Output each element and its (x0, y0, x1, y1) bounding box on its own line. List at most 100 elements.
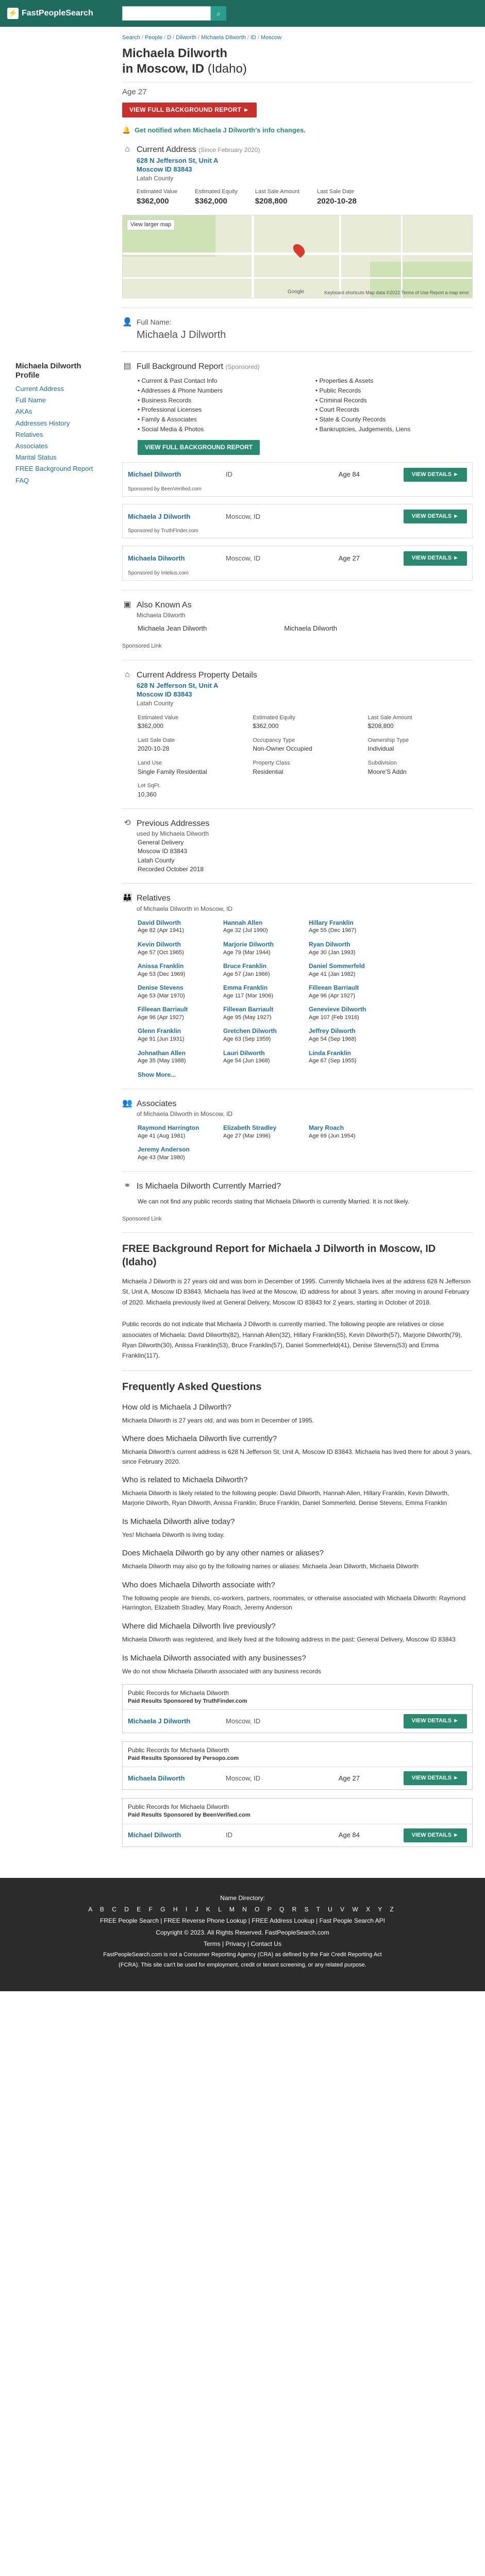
view-full-report-green-button[interactable]: VIEW FULL BACKGROUND REPORT (138, 439, 260, 455)
view-full-report-button[interactable]: VIEW FULL BACKGROUND REPORT ► (122, 103, 257, 118)
copyright: Copyright © 2023. All Rights Reserved. F… (156, 1928, 329, 1936)
rings-icon: ⚭ (124, 1181, 131, 1191)
relative-item-name[interactable]: Johnathan Allen (138, 1049, 216, 1058)
view-details-button[interactable]: VIEW DETAILS ► (403, 510, 467, 524)
sponsored-city: Moscow, ID (226, 512, 261, 520)
breadcrumb-item[interactable]: Moscow (261, 35, 281, 41)
breadcrumb-item[interactable]: ID (250, 35, 256, 41)
public-records-title: Public Records for Michaela Dilworth (128, 1803, 229, 1811)
relative-item-name[interactable]: Glenn Franklin (138, 1027, 216, 1036)
breadcrumb-item[interactable]: Dilworth (176, 35, 196, 41)
relative-item-name[interactable]: Linda Franklin (309, 1049, 387, 1058)
sponsored-name[interactable]: Michael Dilworth (128, 470, 226, 479)
letters-directory[interactable]: A B C D E F G H I J K L M N O P Q R S T … (10, 1904, 475, 1915)
associate-item-name[interactable]: Mary Roach (309, 1124, 387, 1132)
sidebar-link[interactable]: AKAs (15, 407, 98, 416)
full-name-label: Full Name: (137, 318, 172, 327)
relative-item (394, 1049, 473, 1065)
footer-links[interactable]: FREE People Search | FREE Reverse Phone … (10, 1915, 475, 1926)
property-address-link[interactable]: 628 N Jefferson St, Unit A Moscow ID 8384… (137, 682, 218, 699)
relative-item-name[interactable]: David Dilworth (138, 919, 216, 927)
faq-title: Frequently Asked Questions (122, 1381, 262, 1393)
view-details-button[interactable]: VIEW DETAILS ► (403, 1714, 467, 1728)
family-icon: 👪 (122, 893, 132, 903)
relative-item-name[interactable]: Hillary Franklin (309, 919, 387, 927)
history-icon: ⟲ (124, 818, 131, 827)
associate-item-name[interactable]: Jeremy Anderson (138, 1145, 216, 1154)
sidebar-link[interactable]: FAQ (15, 476, 98, 485)
marital-text: We can not find any public records stati… (138, 1197, 410, 1205)
relative-item-name[interactable]: Filleean Barriault (138, 1005, 216, 1014)
sidebar-link[interactable]: Full Name (15, 396, 98, 405)
aka-title: Also Known As (137, 600, 192, 609)
aka-name: Michaela Jean Dilworth (138, 624, 207, 632)
breadcrumb-separator: / (257, 35, 259, 41)
sidebar-link[interactable]: Current Address (15, 384, 98, 394)
breadcrumb-item[interactable]: Michaela Dilworth (201, 35, 246, 41)
background-item: Social Media & Photos (138, 425, 295, 434)
view-details-button[interactable]: VIEW DETAILS ► (403, 467, 467, 482)
relative-item-name[interactable]: Anissa Franklin (138, 962, 216, 971)
map-brand: Google (288, 289, 305, 295)
previous-address: General Delivery Moscow ID 83843 Latah Cou… (138, 838, 473, 874)
group-icon: 👥 (122, 1098, 132, 1108)
public-records-name[interactable]: Michael Dilworth (128, 1831, 226, 1840)
property-cell: Estimated Value $362,000 (138, 714, 242, 731)
relative-item-name[interactable]: Gretchen Dilworth (223, 1027, 302, 1036)
breadcrumb-separator: / (141, 35, 143, 41)
relative-item-name[interactable]: Daniel Sommerfeld (309, 962, 387, 971)
relative-item-name[interactable]: Denise Stevens (138, 984, 216, 992)
relative-item-name[interactable]: Kevin Dilworth (138, 940, 216, 949)
relative-item-name[interactable]: Marjorie Dilworth (223, 940, 302, 949)
associate-item-name[interactable]: Elizabeth Stradley (223, 1124, 302, 1132)
relative-item-name[interactable]: Genevieve Dilworth (309, 1005, 387, 1014)
breadcrumb-item[interactable]: Search (122, 35, 140, 41)
notify-row: 🔔 Get notified when Michaela J Dilworth'… (122, 126, 473, 135)
relative-item-name[interactable]: Hannah Allen (223, 919, 302, 927)
view-details-button[interactable]: VIEW DETAILS ► (403, 1828, 467, 1842)
relative-item-age: Age 54 (Sep 1968) (309, 1036, 357, 1043)
address-map[interactable]: View larger map Google Keyboard shortcut… (122, 215, 473, 299)
relative-item-name[interactable]: Jeffrey Dilworth (309, 1027, 387, 1036)
associate-item-age: Age 69 (Jun 1954) (309, 1132, 356, 1139)
relative-item-age: Age 55 (Dec 1967) (309, 927, 357, 934)
relative-item-age: Age 96 (Apr 1927) (138, 1014, 184, 1021)
relative-item (394, 1005, 473, 1022)
sponsored-name[interactable]: Michaela Dilworth (128, 554, 226, 563)
relative-item-age: Age 67 (Sep 1955) (309, 1058, 357, 1064)
relative-item-name[interactable]: Filleean Barriault (223, 1005, 302, 1014)
full-name-section: 👤 Full Name: Michaela J Dilworth (122, 317, 473, 342)
breadcrumb-item[interactable]: D (167, 35, 171, 41)
site-logo[interactable]: ⚡ FastPeopleSearch (7, 7, 93, 19)
relative-item-age: Age 41 (Jan 1982) (309, 971, 356, 977)
search-button[interactable]: ⌕ (211, 6, 226, 21)
sponsored-link-label: Sponsored Link (122, 1215, 162, 1222)
sidebar-link[interactable]: Relatives (15, 430, 98, 439)
property-county: Latah County (137, 700, 174, 707)
view-details-button[interactable]: VIEW DETAILS ► (403, 1771, 467, 1786)
sidebar-link[interactable]: Addresses History (15, 419, 98, 428)
relative-item-name[interactable]: Filleean Barriault (309, 984, 387, 992)
relative-item-name[interactable]: Bruce Franklin (223, 962, 302, 971)
associate-item-age: Age 43 (Mar 1980) (138, 1154, 185, 1161)
search-input[interactable] (122, 6, 211, 21)
view-larger-map-link[interactable]: View larger map (127, 219, 175, 231)
show-more-link[interactable]: Show More... (138, 1071, 473, 1079)
relative-item-age: Age 53 (Dec 1969) (138, 971, 186, 977)
sidebar-link[interactable]: FREE Background Report (15, 464, 98, 473)
legal-links[interactable]: Terms | Privacy | Contact Us (10, 1938, 475, 1950)
notify-link[interactable]: Get notified when Michaela J Dilworth's … (135, 126, 306, 135)
associate-item-name[interactable]: Raymond Harrington (138, 1124, 216, 1132)
breadcrumb-item[interactable]: People (145, 35, 162, 41)
relative-item-name[interactable]: Emma Franklin (223, 984, 302, 992)
relative-item: Filleean Barriault Age 95 (May 1927) (223, 1005, 302, 1022)
address-link[interactable]: 628 N Jefferson St, Unit A Moscow ID 8384… (137, 157, 218, 174)
sponsored-name[interactable]: Michaela J Dilworth (128, 512, 226, 521)
sidebar-link[interactable]: Associates (15, 442, 98, 451)
sidebar-link[interactable]: Marital Status (15, 453, 98, 462)
relative-item-name[interactable]: Ryan Dilworth (309, 940, 387, 949)
public-records-name[interactable]: Michaela Dilworth (128, 1774, 226, 1783)
relative-item-name[interactable]: Lauri Dilworth (223, 1049, 302, 1058)
public-records-name[interactable]: Michaela J Dilworth (128, 1717, 226, 1726)
view-details-button[interactable]: VIEW DETAILS ► (403, 551, 467, 566)
